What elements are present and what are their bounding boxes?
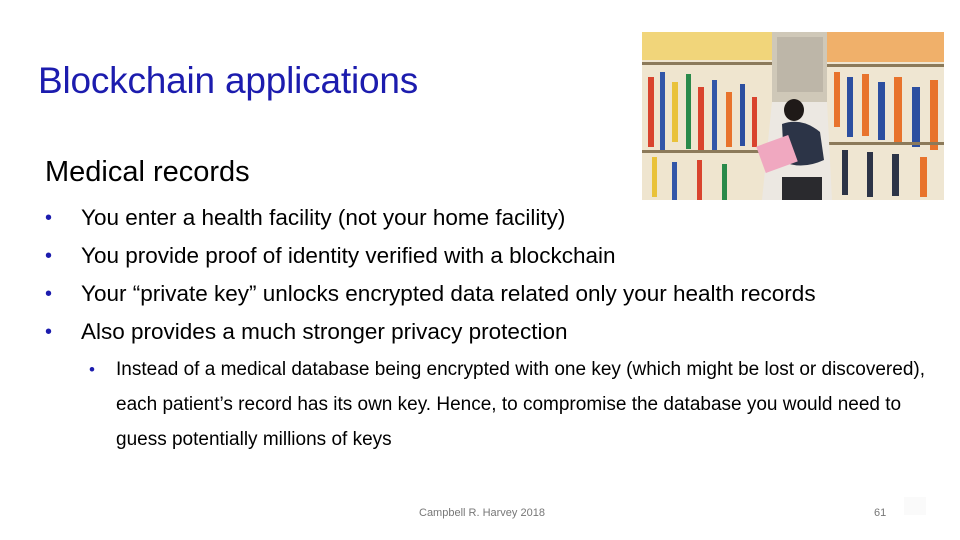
medical-records-photo-illustration (642, 32, 944, 200)
bullet-item: • You provide proof of identity verified… (45, 237, 816, 275)
bullet-icon: • (45, 207, 53, 229)
bullet-icon: • (89, 360, 95, 379)
sub-bullet-list: • Instead of a medical database being en… (89, 352, 940, 457)
bullet-text: You provide proof of identity verified w… (81, 243, 616, 268)
bullet-item: • Your “private key” unlocks encrypted d… (45, 275, 816, 313)
medical-records-photo (642, 32, 944, 200)
bullet-item: • You enter a health facility (not your … (45, 199, 816, 237)
bullet-text: Your “private key” unlocks encrypted dat… (81, 281, 816, 306)
section-heading: Medical records (45, 156, 250, 188)
placeholder-box (904, 497, 926, 515)
sub-bullet-text: Instead of a medical database being encr… (116, 359, 926, 450)
bullet-icon: • (45, 321, 53, 343)
bullet-icon: • (45, 245, 53, 267)
slide-number: 61 (874, 507, 887, 519)
bullet-item: • Also provides a much stronger privacy … (45, 313, 816, 351)
bullet-text: You enter a health facility (not your ho… (81, 205, 566, 230)
footer-author: Campbell R. Harvey 2018 (419, 507, 545, 519)
bullet-icon: • (45, 283, 53, 305)
bullet-list: • You enter a health facility (not your … (45, 199, 816, 351)
slide-title: Blockchain applications (38, 60, 419, 101)
bullet-text: Also provides a much stronger privacy pr… (81, 319, 568, 344)
sub-bullet-item: • Instead of a medical database being en… (89, 352, 940, 457)
